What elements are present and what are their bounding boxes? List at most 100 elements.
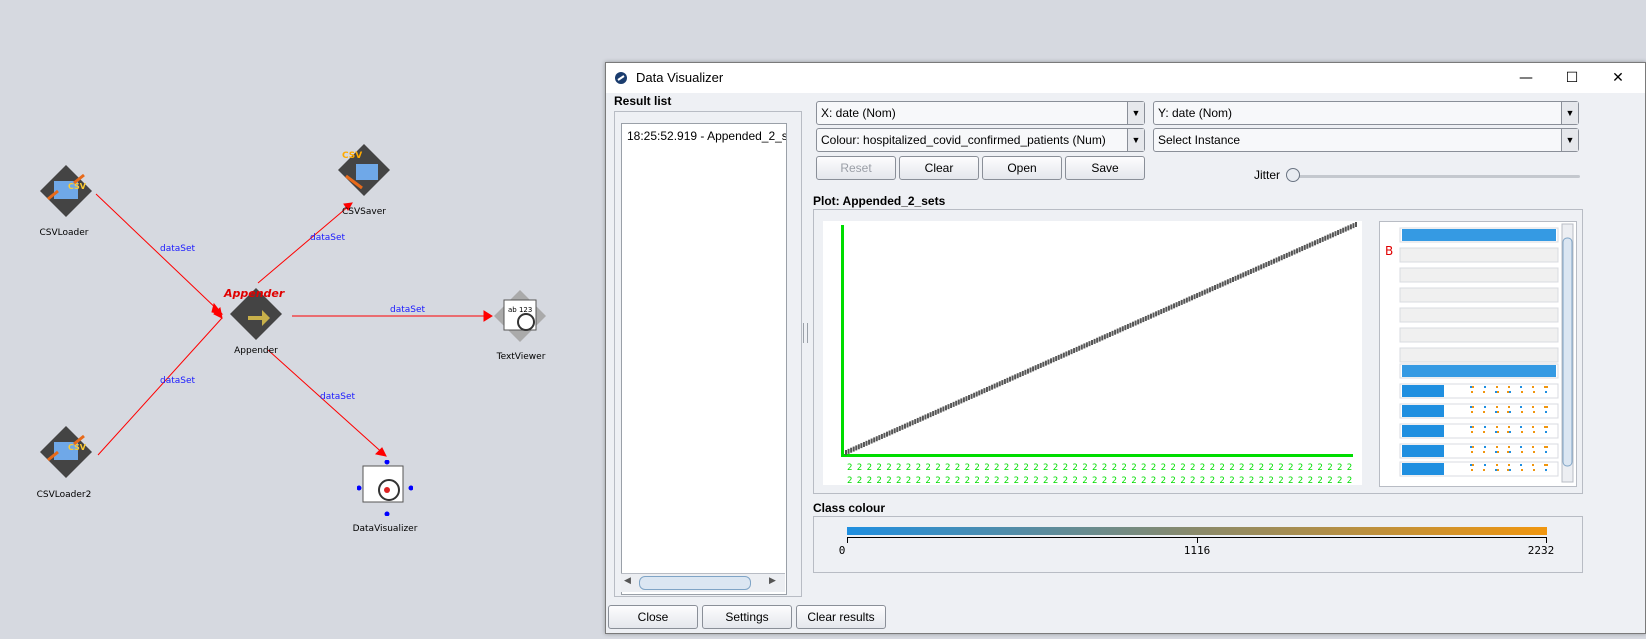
jitter-slider[interactable] (1290, 175, 1580, 178)
appender-badge: Appender (224, 287, 285, 300)
x-tick-label: 2 (974, 463, 979, 473)
legend-dot (1507, 431, 1509, 433)
x-tick-label: 2 (1200, 463, 1205, 473)
data-point (1260, 264, 1263, 270)
close-button[interactable]: Close (608, 605, 698, 629)
scroll-right-icon[interactable]: ▶ (769, 576, 776, 586)
y-axis-select[interactable]: Y: date (Nom) ▼ (1153, 101, 1579, 125)
x-tick-label: 2 (994, 463, 999, 473)
clear-results-button[interactable]: Clear results (796, 605, 886, 629)
x-tick-label: 2 (1347, 476, 1352, 485)
maximize-icon[interactable]: ☐ (1549, 63, 1595, 93)
clear-button[interactable]: Clear (899, 156, 979, 180)
data-point (1157, 310, 1160, 316)
svg-text:CSV: CSV (68, 182, 87, 191)
legend-dot (1507, 411, 1509, 413)
x-tick-label: 2 (1327, 463, 1332, 473)
list-item[interactable]: 18:25:52.919 - Appended_2_sets (627, 129, 786, 143)
legend-fill (1402, 463, 1444, 475)
data-point (868, 439, 871, 445)
legend-dot (1545, 391, 1547, 393)
data-point (1280, 255, 1283, 261)
csvloader2-node[interactable]: CSV (38, 424, 94, 480)
data-point (1167, 305, 1170, 311)
x-tick-label: 2 (867, 476, 872, 485)
data-point (1039, 362, 1042, 368)
minimize-icon[interactable]: — (1503, 63, 1549, 93)
legend-dot (1483, 431, 1485, 433)
x-tick-label: 2 (896, 463, 901, 473)
legend-dot (1545, 451, 1547, 453)
x-tick-label: 2 (916, 463, 921, 473)
data-point (1237, 274, 1240, 280)
data-point (991, 384, 994, 390)
chevron-down-icon[interactable]: ▼ (1561, 102, 1578, 124)
chevron-down-icon[interactable]: ▼ (1561, 129, 1578, 151)
scroll-left-icon[interactable]: ◀ (624, 576, 631, 586)
x-tick-label: 2 (1180, 476, 1185, 485)
x-tick-label: 2 (1151, 463, 1156, 473)
data-point (998, 381, 1001, 387)
window-title: Data Visualizer (636, 70, 724, 85)
data-point (1080, 344, 1083, 350)
x-axis-select[interactable]: X: date (Nom) ▼ (816, 101, 1145, 125)
chevron-down-icon[interactable]: ▼ (1127, 102, 1144, 124)
y-axis-strip (841, 225, 844, 457)
legend-dot (1546, 446, 1548, 448)
attribute-legend[interactable]: B (1379, 221, 1577, 487)
textviewer-node[interactable]: ab 123 (492, 288, 548, 344)
colour-select[interactable]: Colour: hospitalized_covid_confirmed_pat… (816, 128, 1145, 152)
x-tick-label: 2 (876, 463, 881, 473)
x-tick-label: 2 (1112, 476, 1117, 485)
open-button[interactable]: Open (982, 156, 1062, 180)
data-point (852, 446, 855, 452)
legend-dot (1497, 469, 1499, 471)
legend-dot (1533, 469, 1535, 471)
x-tick-label: 2 (1327, 476, 1332, 485)
x-tick-label: 2 (984, 463, 989, 473)
data-point (1121, 326, 1124, 332)
tick (1546, 537, 1547, 543)
legend-dot (1533, 431, 1535, 433)
data-point (1101, 335, 1104, 341)
data-point (1178, 301, 1181, 307)
data-point (1001, 380, 1004, 386)
data-point (1270, 259, 1273, 265)
legend-dot (1546, 426, 1548, 428)
data-point (975, 391, 978, 397)
x-tick-label: 2 (1288, 476, 1293, 485)
x-tick-label: 2 (1200, 476, 1205, 485)
settings-button[interactable]: Settings (702, 605, 792, 629)
x-tick-label: 2 (1278, 463, 1283, 473)
scroll-thumb[interactable] (639, 576, 751, 590)
edge-csvloader2-appender (97, 317, 223, 456)
x-tick-label: 2 (974, 476, 979, 485)
data-point (1093, 338, 1096, 344)
x-tick-label: 2 (1063, 476, 1068, 485)
data-point (1026, 368, 1029, 374)
csvsaver-node[interactable]: CSV (336, 142, 392, 198)
jitter-slider-knob[interactable] (1286, 168, 1300, 182)
close-icon[interactable]: ✕ (1595, 63, 1641, 93)
legend-dot (1521, 469, 1523, 471)
csvloader-node[interactable]: CSV (38, 163, 94, 219)
data-point (1221, 281, 1224, 287)
data-point (1119, 327, 1122, 333)
data-point (883, 432, 886, 438)
instance-select[interactable]: Select Instance ▼ (1153, 128, 1579, 152)
split-handle[interactable] (803, 323, 808, 343)
csvloader-label: CSVLoader (39, 228, 89, 238)
x-tick-label: 2 (965, 476, 970, 485)
horizontal-scrollbar[interactable]: ◀ ▶ (621, 573, 785, 592)
reset-button[interactable]: Reset (816, 156, 896, 180)
chevron-down-icon[interactable]: ▼ (1127, 129, 1144, 151)
data-point (1019, 372, 1022, 378)
scatter-plot[interactable]: 2222222222222222222222222222222222222222… (823, 221, 1362, 485)
title-bar[interactable]: Data Visualizer — ☐ ✕ (606, 63, 1645, 93)
x-tick-label: 2 (1092, 463, 1097, 473)
data-point (847, 448, 850, 454)
result-list[interactable]: 18:25:52.919 - Appended_2_sets (621, 123, 787, 595)
datavisualizer-node[interactable] (356, 459, 414, 517)
legend-dot (1509, 411, 1511, 413)
save-button[interactable]: Save (1065, 156, 1145, 180)
